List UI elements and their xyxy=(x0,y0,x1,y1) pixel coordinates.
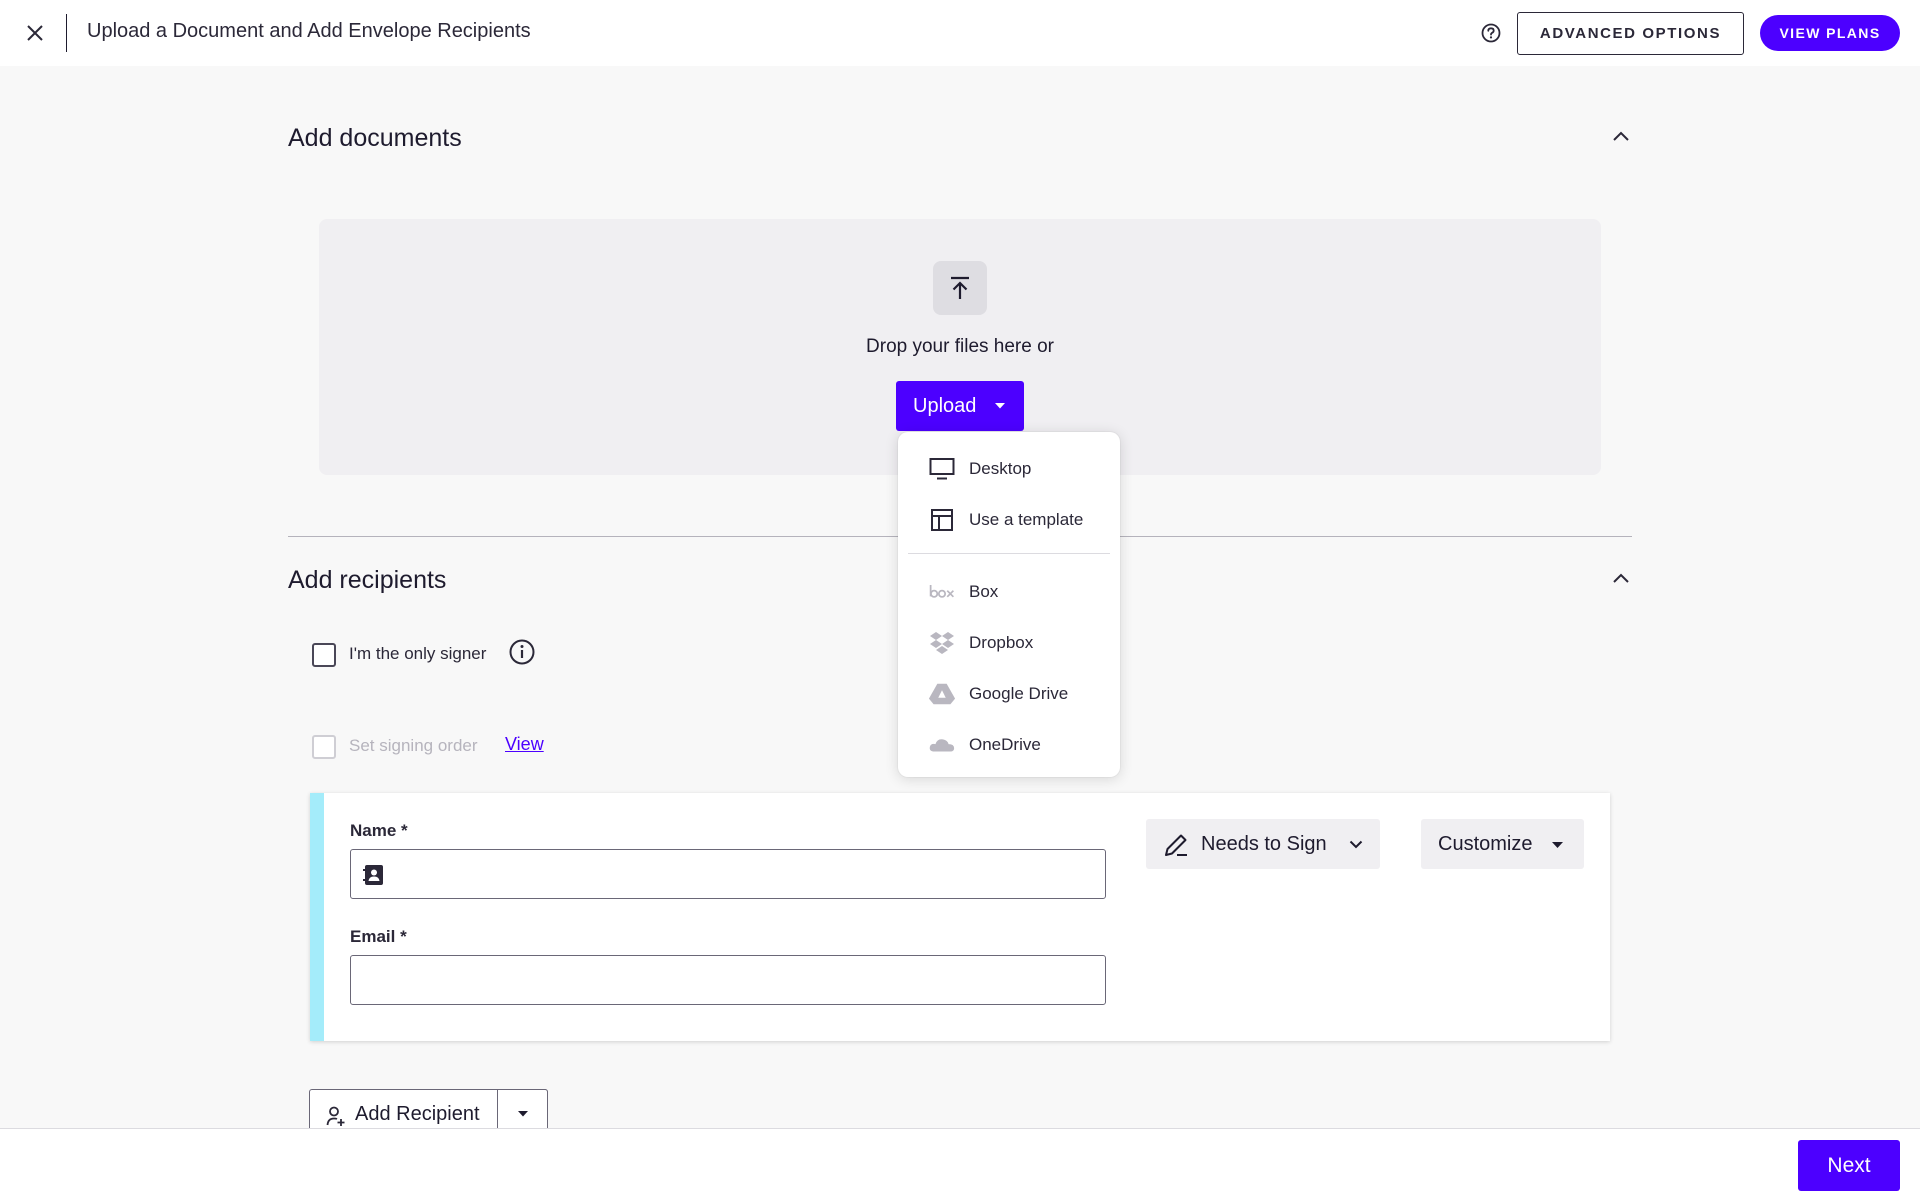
chevron-down-icon xyxy=(1349,840,1363,849)
close-button[interactable] xyxy=(22,20,48,46)
signing-order-label: Set signing order xyxy=(349,736,478,755)
upload-button[interactable]: Upload xyxy=(896,381,1024,431)
upload-menu: Desktop Use a template Box Dropbox Googl… xyxy=(898,432,1120,777)
footer-bar: Next xyxy=(0,1128,1920,1200)
caret-down-icon xyxy=(1552,842,1563,848)
customize-label: Customize xyxy=(1438,832,1533,855)
dropbox-logo-icon xyxy=(928,629,956,657)
close-icon xyxy=(27,25,43,41)
menu-item-label: Box xyxy=(969,582,999,601)
upload-arrow-icon xyxy=(951,276,969,299)
add-recipient-label: Add Recipient xyxy=(355,1102,480,1125)
menu-divider xyxy=(908,553,1110,554)
caret-down-icon xyxy=(517,1111,528,1117)
only-signer-label: I'm the only signer xyxy=(349,644,487,663)
title-divider xyxy=(66,14,67,52)
menu-item-dropbox[interactable]: Dropbox xyxy=(898,621,1120,665)
recipient-name-input[interactable] xyxy=(350,849,1106,899)
menu-item-box[interactable]: Box xyxy=(898,570,1120,614)
box-logo-icon xyxy=(928,578,956,606)
menu-item-google-drive[interactable]: Google Drive xyxy=(898,672,1120,716)
add-person-icon xyxy=(326,1106,345,1126)
pen-icon xyxy=(1165,834,1187,856)
view-signing-order-link[interactable]: View xyxy=(505,734,544,755)
info-icon[interactable] xyxy=(508,638,536,666)
onedrive-logo-icon xyxy=(928,731,956,759)
advanced-options-button[interactable]: ADVANCED OPTIONS xyxy=(1517,12,1744,55)
signing-order-checkbox[interactable] xyxy=(312,735,336,759)
monitor-icon xyxy=(928,455,956,483)
menu-item-label: OneDrive xyxy=(969,735,1041,754)
collapse-recipients-chevron-up-icon[interactable] xyxy=(1610,568,1632,590)
email-label: Email * xyxy=(350,927,407,946)
google-drive-logo-icon xyxy=(928,680,956,708)
add-documents-title: Add documents xyxy=(288,124,462,152)
upload-button-label: Upload xyxy=(913,394,977,417)
add-recipients-title: Add recipients xyxy=(288,566,447,594)
menu-item-label: Use a template xyxy=(969,510,1084,529)
menu-item-onedrive[interactable]: OneDrive xyxy=(898,723,1120,767)
menu-item-label: Dropbox xyxy=(969,633,1034,652)
menu-item-label: Google Drive xyxy=(969,684,1069,703)
next-button[interactable]: Next xyxy=(1798,1140,1900,1191)
menu-item-desktop[interactable]: Desktop xyxy=(898,447,1120,491)
recipient-color-stripe xyxy=(310,793,324,1041)
recipient-role-label: Needs to Sign xyxy=(1201,832,1327,855)
template-icon xyxy=(928,506,956,534)
drop-files-text: Drop your files here or xyxy=(866,336,1054,357)
only-signer-checkbox[interactable] xyxy=(312,643,336,667)
menu-item-template[interactable]: Use a template xyxy=(898,498,1120,542)
collapse-documents-chevron-up-icon[interactable] xyxy=(1610,126,1632,148)
upload-tile xyxy=(933,261,987,315)
view-plans-button[interactable]: VIEW PLANS xyxy=(1760,15,1900,51)
recipient-card: Name * Email * Needs to Sign Customize xyxy=(310,793,1610,1041)
name-label: Name * xyxy=(350,821,408,840)
menu-item-label: Desktop xyxy=(969,459,1032,478)
recipient-email-input[interactable] xyxy=(350,955,1106,1005)
page-title: Upload a Document and Add Envelope Recip… xyxy=(87,20,531,42)
help-icon[interactable] xyxy=(1480,22,1502,44)
caret-down-icon xyxy=(995,403,1005,409)
recipient-role-dropdown[interactable]: Needs to Sign xyxy=(1146,819,1380,869)
customize-dropdown[interactable]: Customize xyxy=(1421,819,1584,869)
top-bar: Upload a Document and Add Envelope Recip… xyxy=(0,0,1920,66)
contacts-icon[interactable] xyxy=(362,863,386,887)
